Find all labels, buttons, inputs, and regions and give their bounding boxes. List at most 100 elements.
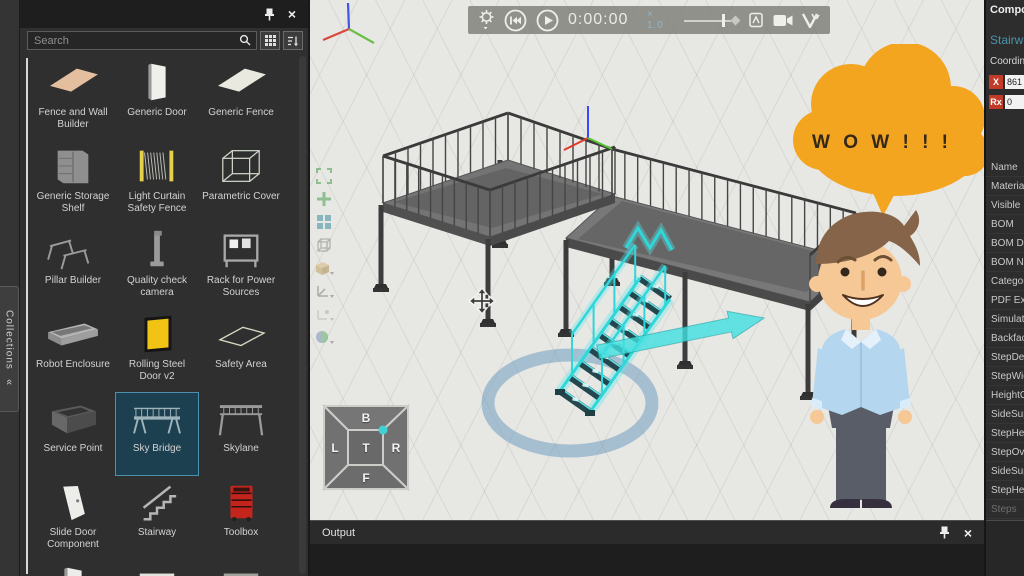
property-row-steps[interactable]: Steps — [986, 500, 1024, 519]
collections-rail: Collections « — [0, 0, 20, 576]
component-tile-safety-area[interactable]: Safety Area — [199, 308, 283, 392]
sphere-icon — [316, 331, 334, 344]
panel-thumbnail — [208, 59, 274, 105]
chevron-down-icon — [330, 318, 334, 321]
speed-slider[interactable] — [684, 13, 741, 27]
property-row-visible[interactable]: Visible — [986, 196, 1024, 215]
chevron-down-icon — [483, 27, 488, 30]
component-tile-robot-enclosure[interactable]: Robot Enclosure — [31, 308, 115, 392]
component-tile-partial[interactable] — [31, 560, 115, 576]
collections-tab[interactable]: Collections « — [0, 286, 19, 412]
component-tile-fence-and-wall-builder[interactable]: Fence and Wall Builder — [31, 56, 115, 140]
property-row-pdf-exp[interactable]: PDF Exp — [986, 291, 1024, 310]
property-row-stepdep[interactable]: StepDep — [986, 348, 1024, 367]
property-row-stephei[interactable]: StepHei — [986, 481, 1024, 500]
component-tile-quality-check-camera[interactable]: Quality check camera — [115, 224, 199, 308]
left-scrollbar-thumb[interactable] — [26, 58, 28, 574]
play-button[interactable] — [536, 9, 559, 32]
property-row-name[interactable]: Name — [986, 158, 1024, 177]
door-thumbnail — [124, 59, 190, 105]
grid-toggle-button[interactable] — [313, 212, 335, 233]
property-row-sidesup[interactable]: SideSup — [986, 462, 1024, 481]
coordinate-row: Rx — [989, 94, 1024, 109]
component-tile-partial[interactable] — [115, 560, 199, 576]
sort-button[interactable] — [283, 31, 303, 50]
coord-rx-input[interactable] — [1005, 94, 1024, 109]
component-tile-light-curtain-safety-fence[interactable]: Light Curtain Safety Fence — [115, 140, 199, 224]
component-tile-rolling-steel-door-v2[interactable]: Rolling Steel Door v2 — [115, 308, 199, 392]
component-label: Parametric Cover — [202, 191, 280, 202]
simulation-speed[interactable]: × 1.0 — [647, 9, 665, 31]
close-output-button[interactable]: × — [964, 526, 972, 540]
simulation-settings-button[interactable] — [478, 9, 495, 31]
coord-rx-label: Rx — [989, 94, 1003, 109]
property-row-stephei[interactable]: StepHei — [986, 424, 1024, 443]
property-row-category[interactable]: Category — [986, 272, 1024, 291]
property-row-material[interactable]: Material — [986, 177, 1024, 196]
search-input[interactable] — [27, 31, 257, 50]
navigation-cube[interactable]: B L T R F — [321, 394, 411, 496]
component-tile-stairway[interactable]: Stairway — [115, 476, 199, 560]
nav-cube-back[interactable]: B — [362, 411, 371, 425]
property-row-stepove[interactable]: StepOve — [986, 443, 1024, 462]
property-row-sidesup[interactable]: SideSup — [986, 405, 1024, 424]
property-row-backface[interactable]: Backface — [986, 329, 1024, 348]
component-tile-generic-fence[interactable]: Generic Fence — [199, 56, 283, 140]
close-panel-button[interactable]: × — [288, 7, 296, 21]
snap-mode-button[interactable] — [313, 304, 335, 325]
nav-cube-right[interactable]: R — [392, 441, 401, 455]
output-panel: Output × — [310, 520, 984, 576]
move-mode-button[interactable] — [313, 281, 335, 302]
vc-logo-button[interactable] — [802, 12, 820, 28]
property-row-simulati[interactable]: Simulati — [986, 310, 1024, 329]
zoom-fit-button[interactable] — [313, 166, 335, 187]
component-tile-generic-door[interactable]: Generic Door — [115, 56, 199, 140]
pin-output-button[interactable] — [939, 526, 950, 539]
nav-cube-top[interactable]: T — [362, 441, 369, 455]
slider-handle[interactable] — [722, 14, 726, 27]
component-tile-service-point[interactable]: Service Point — [31, 392, 115, 476]
property-row-heighto[interactable]: HeightO — [986, 386, 1024, 405]
property-row-stepwid[interactable]: StepWid — [986, 367, 1024, 386]
component-tile-pillar-builder[interactable]: Pillar Builder — [31, 224, 115, 308]
export-pdf-button[interactable] — [748, 12, 764, 28]
component-tile-toolbox[interactable]: Toolbox — [199, 476, 283, 560]
component-tile-skylane[interactable]: Skylane — [199, 392, 283, 476]
nav-cube-front[interactable]: F — [362, 471, 369, 485]
component-label: Skylane — [223, 443, 259, 454]
wire-cube-button[interactable] — [313, 235, 335, 256]
component-tile-rack-for-power-sources[interactable]: Rack for Power Sources — [199, 224, 283, 308]
ydoor-thumbnail — [124, 311, 190, 357]
world-axis-triad — [322, 2, 375, 44]
properties-panel-title: Compo — [990, 4, 1024, 16]
wallwin-thumbnail — [124, 563, 190, 576]
component-tile-slide-door-component[interactable]: Slide Door Component — [31, 476, 115, 560]
output-title: Output — [322, 526, 356, 539]
grid-view-button[interactable] — [260, 31, 280, 50]
render-mode-button[interactable] — [313, 258, 335, 279]
right-scrollbar-track[interactable] — [299, 56, 306, 574]
lowbox-thumbnail — [40, 311, 106, 357]
coord-x-input[interactable] — [1005, 74, 1024, 89]
component-tile-partial[interactable] — [199, 560, 283, 576]
trestle-thumbnail — [40, 227, 106, 273]
pin-icon — [264, 8, 274, 20]
pin-panel-button[interactable] — [264, 8, 275, 21]
record-video-button[interactable] — [773, 14, 793, 27]
component-tile-sky-bridge[interactable]: Sky Bridge — [115, 392, 199, 476]
coordinate-fields: X Rx — [989, 74, 1024, 109]
component-tile-generic-storage-shelf[interactable]: Generic Storage Shelf — [31, 140, 115, 224]
reset-simulation-button[interactable] — [504, 9, 527, 32]
property-row-bom[interactable]: BOM — [986, 215, 1024, 234]
slider-endcap — [730, 15, 741, 26]
component-label: Slide Door Component — [47, 527, 99, 550]
viewport-3d[interactable]: 0:00:00 × 1.0 B L T R F W O W ! ! ! — [310, 0, 984, 520]
property-row-bom-de[interactable]: BOM De — [986, 234, 1024, 253]
property-row-bom-na[interactable]: BOM Na — [986, 253, 1024, 272]
wirebox-thumbnail — [208, 143, 274, 189]
center-view-button[interactable] — [313, 189, 335, 210]
origin-mode-button[interactable] — [313, 327, 335, 348]
nav-cube-left[interactable]: L — [331, 441, 338, 455]
component-tile-parametric-cover[interactable]: Parametric Cover — [199, 140, 283, 224]
selected-component-name: Stairwa — [990, 33, 1024, 47]
